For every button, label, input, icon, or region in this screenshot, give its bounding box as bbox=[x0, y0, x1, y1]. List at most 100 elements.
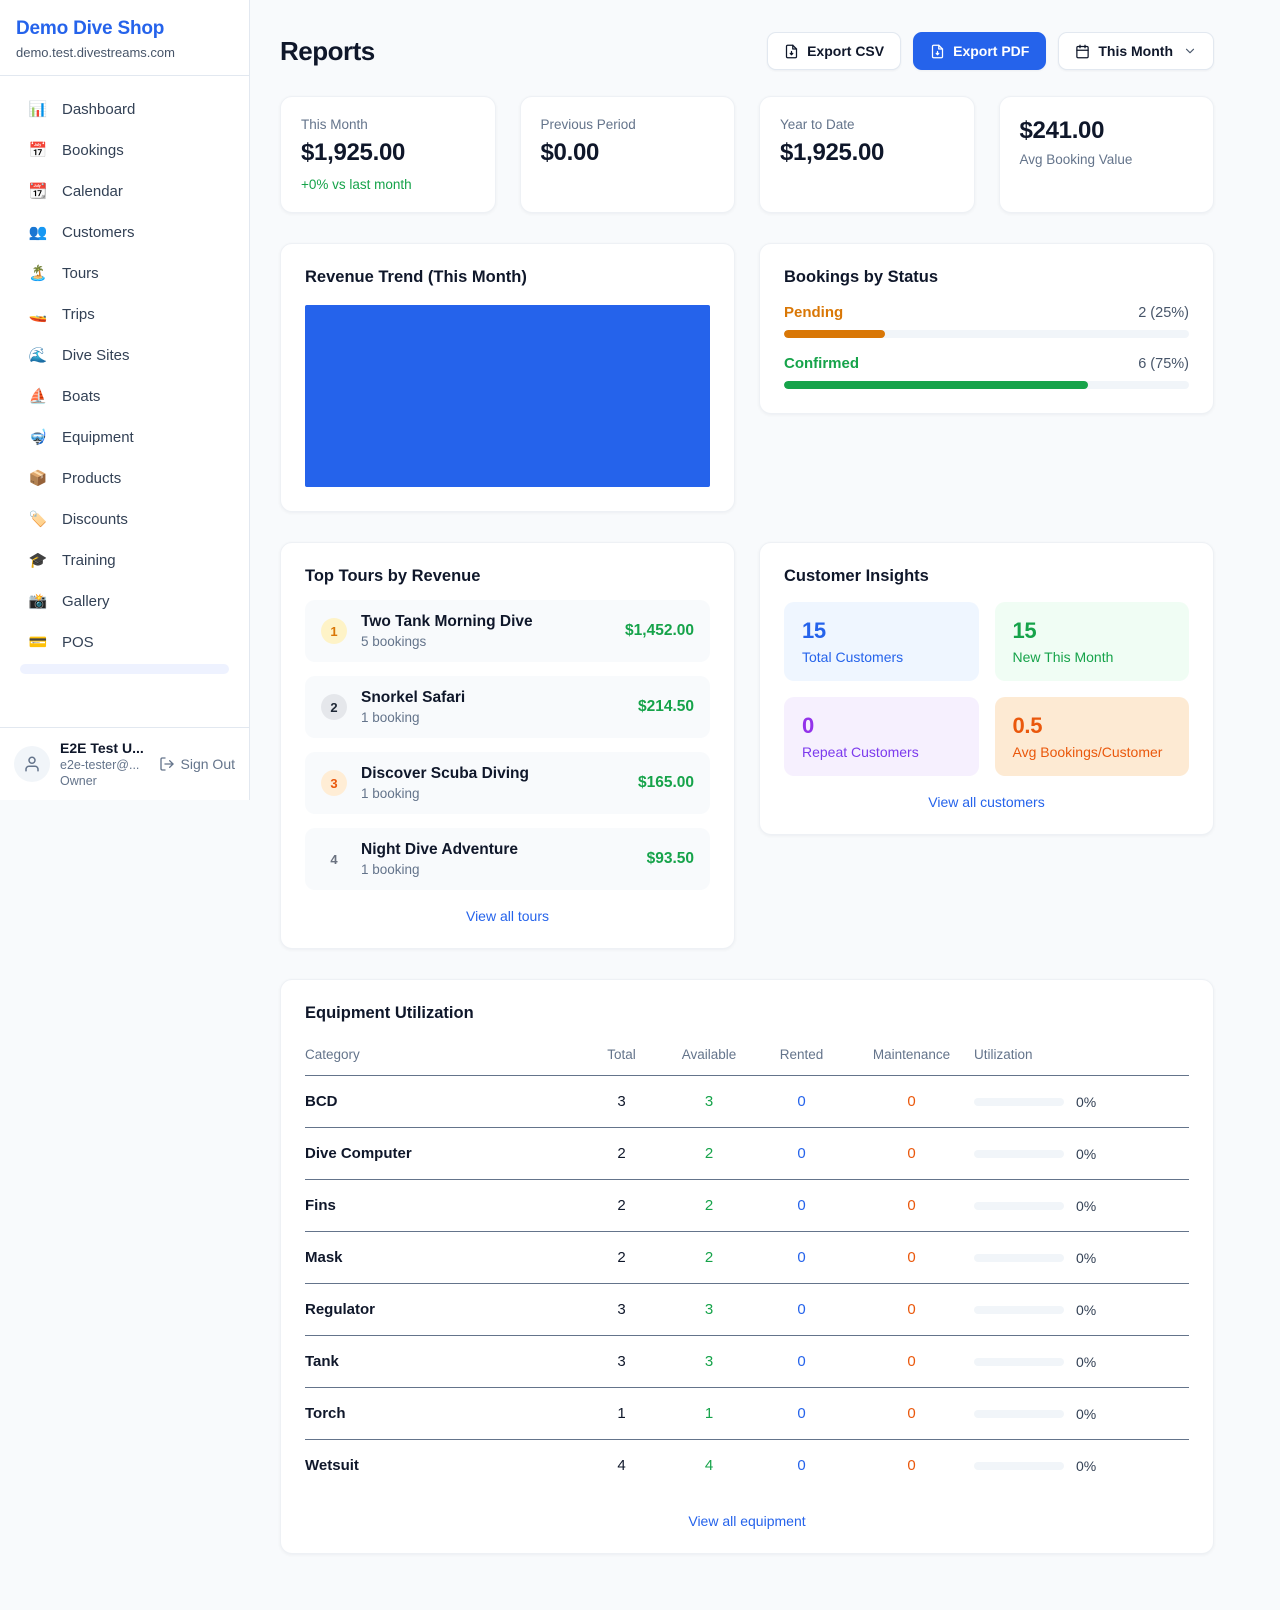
stat-label: Year to Date bbox=[780, 117, 954, 132]
cell-maintenance: 0 bbox=[849, 1336, 974, 1388]
progress-fill bbox=[784, 381, 1088, 389]
tile-value: 15 bbox=[802, 618, 961, 644]
sign-out-label: Sign Out bbox=[181, 756, 235, 772]
sidebar-item-label: Training bbox=[62, 552, 116, 569]
sign-out-button[interactable]: Sign Out bbox=[159, 756, 235, 772]
cell-maintenance: 0 bbox=[849, 1388, 974, 1440]
cell-category: Wetsuit bbox=[305, 1440, 579, 1492]
sidebar-item-reports-partial[interactable] bbox=[20, 664, 229, 674]
table-row: Regulator 3 3 0 0 0% bbox=[305, 1284, 1189, 1336]
stat-card-year-to-date: Year to Date $1,925.00 bbox=[759, 96, 975, 213]
cell-rented: 0 bbox=[754, 1128, 849, 1180]
tour-bookings: 5 bookings bbox=[361, 634, 533, 649]
sidebar-item-boats[interactable]: ⛵Boats bbox=[10, 377, 239, 415]
top-tours-card: Top Tours by Revenue 1 Two Tank Morning … bbox=[280, 542, 735, 949]
stat-card-previous-period: Previous Period $0.00 bbox=[520, 96, 736, 213]
view-all-equipment-link[interactable]: View all equipment bbox=[305, 1513, 1189, 1529]
table-row: Tank 3 3 0 0 0% bbox=[305, 1336, 1189, 1388]
utilization-bar bbox=[974, 1358, 1064, 1366]
tour-bookings: 1 booking bbox=[361, 862, 518, 877]
table-row: Fins 2 2 0 0 0% bbox=[305, 1180, 1189, 1232]
credit-card-icon: 💳 bbox=[28, 633, 48, 651]
sidebar-item-dashboard[interactable]: 📊Dashboard bbox=[10, 90, 239, 128]
period-dropdown[interactable]: This Month bbox=[1058, 32, 1214, 70]
avatar bbox=[14, 746, 50, 782]
cell-category: Dive Computer bbox=[305, 1128, 579, 1180]
cell-total: 2 bbox=[579, 1180, 664, 1232]
equipment-table: Category Total Available Rented Maintena… bbox=[305, 1037, 1189, 1491]
cell-available: 1 bbox=[664, 1388, 754, 1440]
col-total: Total bbox=[579, 1037, 664, 1076]
status-value: 2 (25%) bbox=[1138, 305, 1189, 321]
sidebar-item-products[interactable]: 📦Products bbox=[10, 459, 239, 497]
sidebar-item-tours[interactable]: 🏝️Tours bbox=[10, 254, 239, 292]
col-available: Available bbox=[664, 1037, 754, 1076]
cell-rented: 0 bbox=[754, 1388, 849, 1440]
cell-maintenance: 0 bbox=[849, 1076, 974, 1128]
utilization-bar bbox=[974, 1462, 1064, 1470]
cell-available: 2 bbox=[664, 1180, 754, 1232]
sidebar-nav: 📊Dashboard 📅Bookings 📆Calendar 👥Customer… bbox=[0, 76, 249, 727]
user-info: E2E Test U... e2e-tester@... Owner bbox=[60, 740, 149, 788]
tour-amount: $214.50 bbox=[638, 698, 694, 716]
sidebar-item-bookings[interactable]: 📅Bookings bbox=[10, 131, 239, 169]
tile-new-this-month: 15 New This Month bbox=[995, 602, 1190, 681]
sidebar-item-label: Trips bbox=[62, 306, 95, 323]
cell-total: 3 bbox=[579, 1284, 664, 1336]
export-pdf-label: Export PDF bbox=[953, 43, 1029, 59]
stat-cards: This Month $1,925.00 +0% vs last month P… bbox=[280, 96, 1214, 213]
utilization-value: 0% bbox=[1076, 1302, 1096, 1318]
table-row: Mask 2 2 0 0 0% bbox=[305, 1232, 1189, 1284]
table-row: Torch 1 1 0 0 0% bbox=[305, 1388, 1189, 1440]
tile-label: Total Customers bbox=[802, 649, 961, 665]
sidebar-item-pos[interactable]: 💳POS bbox=[10, 623, 239, 661]
shop-name: Demo Dive Shop bbox=[16, 18, 233, 40]
insight-tiles: 15 Total Customers 15 New This Month 0 R… bbox=[784, 602, 1189, 776]
sidebar-item-label: Boats bbox=[62, 388, 100, 405]
utilization-bar bbox=[974, 1150, 1064, 1158]
stat-card-this-month: This Month $1,925.00 +0% vs last month bbox=[280, 96, 496, 213]
view-all-tours-link[interactable]: View all tours bbox=[305, 908, 710, 924]
sidebar-item-trips[interactable]: 🚤Trips bbox=[10, 295, 239, 333]
cell-rented: 0 bbox=[754, 1232, 849, 1284]
page-header: Reports Export CSV Export PDF This Month bbox=[280, 32, 1214, 70]
sidebar-item-dive-sites[interactable]: 🌊Dive Sites bbox=[10, 336, 239, 374]
insights-row: Top Tours by Revenue 1 Two Tank Morning … bbox=[280, 542, 1214, 949]
main-content: Reports Export CSV Export PDF This Month… bbox=[280, 0, 1214, 1602]
cell-category: Tank bbox=[305, 1336, 579, 1388]
view-all-customers-link[interactable]: View all customers bbox=[784, 794, 1189, 810]
export-pdf-button[interactable]: Export PDF bbox=[913, 32, 1046, 70]
tour-name: Two Tank Morning Dive bbox=[361, 613, 533, 631]
sidebar-item-label: Customers bbox=[62, 224, 135, 241]
period-label: This Month bbox=[1098, 43, 1173, 59]
sidebar-item-label: Dive Sites bbox=[62, 347, 130, 364]
sidebar-item-customers[interactable]: 👥Customers bbox=[10, 213, 239, 251]
export-csv-button[interactable]: Export CSV bbox=[767, 32, 901, 70]
progress-track bbox=[784, 330, 1189, 338]
cell-maintenance: 0 bbox=[849, 1440, 974, 1492]
stat-value: $1,925.00 bbox=[780, 139, 954, 167]
file-download-icon bbox=[784, 44, 799, 59]
rank-badge: 1 bbox=[321, 618, 347, 644]
tour-amount: $165.00 bbox=[638, 774, 694, 792]
sidebar-item-gallery[interactable]: 📸Gallery bbox=[10, 582, 239, 620]
sidebar-item-equipment[interactable]: 🤿Equipment bbox=[10, 418, 239, 456]
logout-icon bbox=[159, 756, 175, 772]
rank-badge: 4 bbox=[321, 846, 347, 872]
dashboard-icon: 📊 bbox=[28, 100, 48, 118]
tour-amount: $93.50 bbox=[647, 850, 694, 868]
cell-rented: 0 bbox=[754, 1336, 849, 1388]
user-role: Owner bbox=[60, 774, 149, 788]
tour-row: 1 Two Tank Morning Dive5 bookings $1,452… bbox=[305, 600, 710, 662]
sidebar-item-discounts[interactable]: 🏷️Discounts bbox=[10, 500, 239, 538]
cell-category: Fins bbox=[305, 1180, 579, 1232]
utilization-value: 0% bbox=[1076, 1354, 1096, 1370]
cell-maintenance: 0 bbox=[849, 1284, 974, 1336]
cell-total: 2 bbox=[579, 1232, 664, 1284]
tile-value: 15 bbox=[1013, 618, 1172, 644]
cell-rented: 0 bbox=[754, 1076, 849, 1128]
sidebar-item-training[interactable]: 🎓Training bbox=[10, 541, 239, 579]
sidebar-item-calendar[interactable]: 📆Calendar bbox=[10, 172, 239, 210]
tag-icon: 🏷️ bbox=[28, 510, 48, 528]
island-icon: 🏝️ bbox=[28, 264, 48, 282]
